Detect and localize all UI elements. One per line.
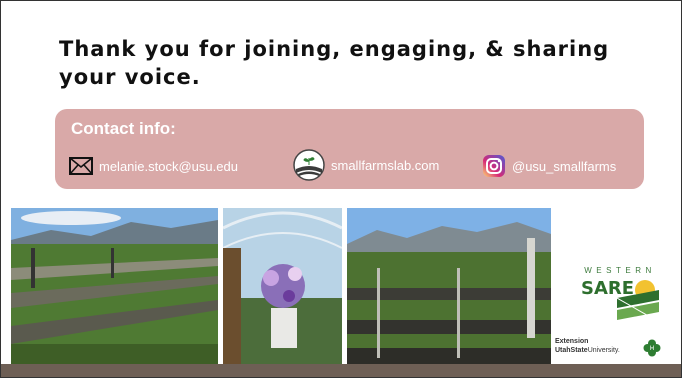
university-bold: UtahState [555, 347, 588, 354]
svg-text:H: H [650, 346, 654, 352]
slide-title: Thank you for joining, engaging, & shari… [59, 37, 610, 89]
instagram-text: @usu_smallfarms [512, 158, 617, 174]
email-contact[interactable]: melanie.stock@usu.edu [69, 153, 238, 179]
website-text: smallfarmslab.com [331, 157, 440, 173]
instagram-icon [483, 155, 505, 177]
raised-rows-photo [347, 208, 551, 364]
university-rest: University. [587, 347, 620, 354]
farm-logo-icon [293, 149, 325, 181]
envelope-icon [69, 157, 93, 175]
greenhouse-flowers-photo [223, 208, 342, 364]
extension-usu-logo: Extension UtahStateUniversity. [555, 337, 620, 355]
slide: Thank you for joining, engaging, & shari… [0, 0, 682, 378]
four-h-clover-icon: H [643, 339, 661, 357]
western-sare-logo: WESTERN SARE [579, 266, 661, 324]
instagram-contact[interactable]: @usu_smallfarms [482, 153, 616, 179]
sare-sun-fields-icon [617, 280, 659, 322]
farm-field-photo [11, 208, 218, 364]
contact-info-box: Contact info: melanie.stock@usu.edu smal… [55, 109, 644, 189]
email-text: melanie.stock@usu.edu [99, 158, 238, 174]
website-contact[interactable]: smallfarmslab.com [293, 149, 439, 181]
extension-label: Extension [555, 338, 589, 345]
footer-bar [1, 364, 681, 377]
contact-heading: Contact info: [71, 119, 176, 138]
